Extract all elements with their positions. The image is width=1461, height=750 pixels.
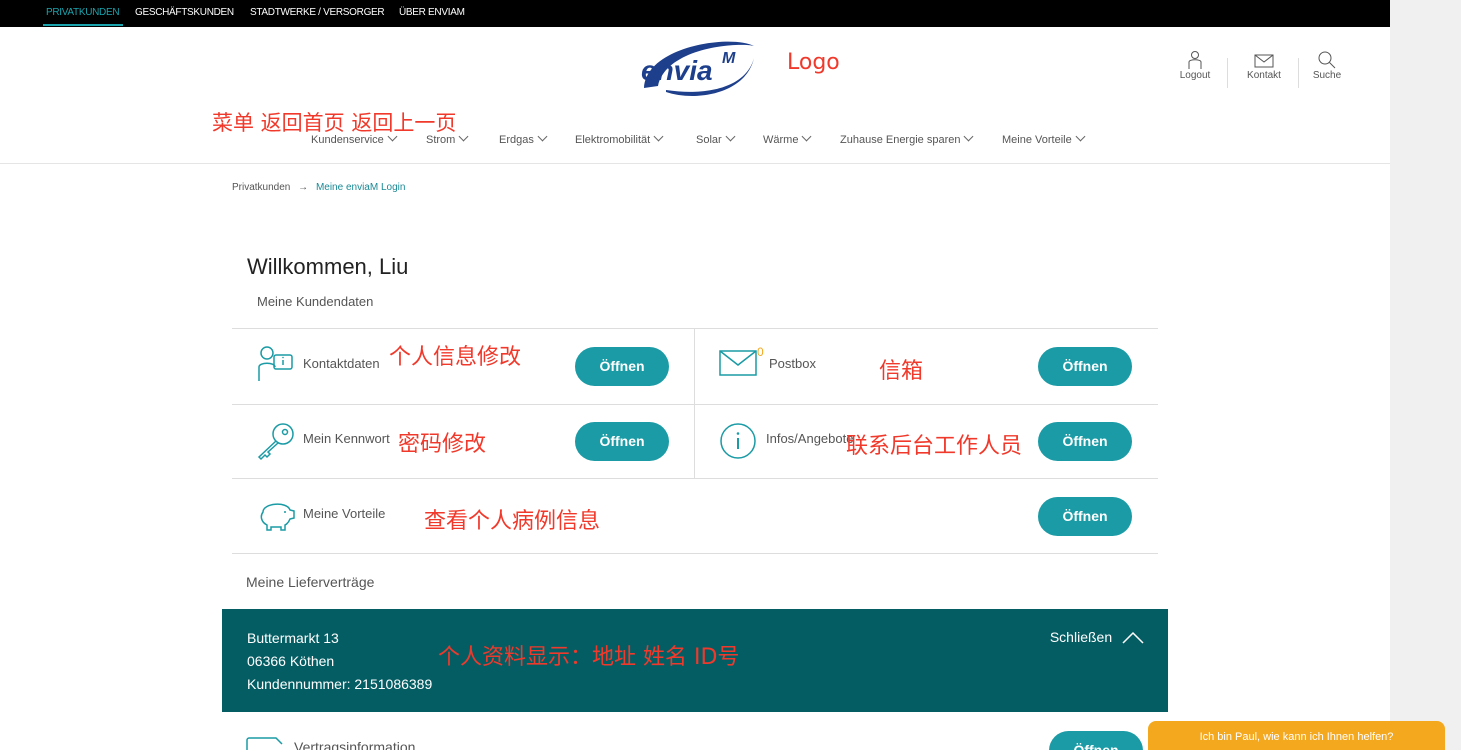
right-gutter xyxy=(1390,0,1461,750)
topnav-stadtwerke[interactable]: STADTWERKE / VERSORGER xyxy=(250,7,385,18)
vorteile-open-button[interactable]: Öffnen xyxy=(1038,497,1132,536)
nav-elektromobilitaet[interactable]: Elektromobilität xyxy=(575,131,664,146)
nav-label: Wärme xyxy=(763,134,799,146)
kontakt-link[interactable]: Kontakt xyxy=(1241,52,1287,81)
section-heading-kundendaten: Meine Kundendaten xyxy=(257,294,374,309)
nav-label: Kundenservice xyxy=(311,134,384,146)
nav-kundenservice[interactable]: Kundenservice xyxy=(311,131,398,146)
nav-label: Zuhause Energie sparen xyxy=(840,134,961,146)
logo-text: envia xyxy=(641,55,713,86)
annotation-infos: 联系后台工作人员 xyxy=(846,434,1023,459)
piggy-bank-icon xyxy=(260,503,295,531)
nav-solar[interactable]: Solar xyxy=(696,131,736,146)
kontaktdaten-open-button[interactable]: Öffnen xyxy=(575,347,669,386)
divider xyxy=(232,328,1158,329)
logout-link[interactable]: Logout xyxy=(1176,50,1214,81)
logo-superscript: M xyxy=(722,50,736,67)
logout-label: Logout xyxy=(1179,70,1211,81)
postbox-count-badge: 0 xyxy=(757,345,764,359)
chevron-down-icon xyxy=(725,131,736,142)
nav-zuhause-energie-sparen[interactable]: Zuhause Energie sparen xyxy=(840,131,974,146)
annotation-kennwort: 密码修改 xyxy=(398,432,487,457)
divider-vertical xyxy=(694,329,695,478)
info-icon xyxy=(720,423,756,459)
nav-strom[interactable]: Strom xyxy=(426,131,469,146)
chevron-down-icon xyxy=(653,131,664,142)
chat-widget[interactable]: Ich bin Paul, wie kann ich Ihnen helfen? xyxy=(1148,721,1445,750)
header-divider xyxy=(1298,58,1299,88)
search-icon xyxy=(1318,51,1336,69)
nav-label: Erdgas xyxy=(499,134,534,146)
annotation-menu: 菜单 返回首页 返回上一页 xyxy=(212,111,457,135)
annotation-vorteile: 查看个人病例信息 xyxy=(424,509,601,534)
annotation-panel: 个人资料显示：地址 姓名 ID号 xyxy=(438,645,740,670)
schliessen-toggle[interactable]: Schließen xyxy=(1050,629,1144,645)
contact-card-icon xyxy=(258,346,293,381)
vertrag-open-button[interactable]: Öffnen xyxy=(1049,731,1143,750)
vertragsinformation-label: Vertragsinformation xyxy=(294,739,416,750)
chevron-down-icon xyxy=(537,131,548,142)
topnav-geschaeftskunden[interactable]: GESCHÄFTSKUNDEN xyxy=(135,7,234,18)
breadcrumb: Privatkunden → Meine enviaM Login xyxy=(232,182,405,193)
nav-label: Strom xyxy=(426,134,456,146)
mail-icon xyxy=(1254,54,1274,68)
suche-link[interactable]: Suche xyxy=(1309,50,1345,81)
header-divider xyxy=(1227,58,1228,88)
chevron-down-icon xyxy=(387,131,398,142)
breadcrumb-current[interactable]: Meine enviaM Login xyxy=(316,182,406,193)
annotation-postbox: 信箱 xyxy=(879,359,924,384)
annotation-logo: Logo xyxy=(787,50,840,75)
chevron-down-icon xyxy=(964,131,974,142)
vorteile-label: Meine Vorteile xyxy=(303,506,386,521)
divider xyxy=(232,553,1158,554)
chevron-up-icon xyxy=(1122,632,1144,644)
page-title: Willkommen, Liu xyxy=(247,254,409,279)
infos-open-button[interactable]: Öffnen xyxy=(1038,422,1132,461)
contract-panel: Buttermarkt 13 06366 Köthen Kundennummer… xyxy=(222,609,1168,712)
divider xyxy=(232,404,1158,405)
chevron-down-icon xyxy=(1075,131,1086,142)
annotation-kontakt: 个人信息修改 xyxy=(389,345,522,370)
arrow-right-icon: → xyxy=(298,182,309,193)
nav-waerme[interactable]: Wärme xyxy=(763,131,812,146)
kennwort-open-button[interactable]: Öffnen xyxy=(575,422,669,461)
postbox-open-button[interactable]: Öffnen xyxy=(1038,347,1132,386)
mail-icon xyxy=(719,350,757,376)
address-city: 06366 Köthen xyxy=(247,653,335,669)
schliessen-label: Schließen xyxy=(1049,629,1113,645)
topnav-privatkunden[interactable]: PRIVATKUNDEN xyxy=(46,7,120,18)
infos-label: Infos/Angebote xyxy=(766,431,854,446)
chevron-down-icon xyxy=(458,131,469,142)
nav-meine-vorteile[interactable]: Meine Vorteile xyxy=(1002,131,1086,146)
document-icon xyxy=(246,737,283,750)
kennwort-label: Mein Kennwort xyxy=(303,431,390,446)
top-nav-bar: PRIVATKUNDEN GESCHÄFTSKUNDEN STADTWERKE … xyxy=(0,0,1390,27)
nav-erdgas[interactable]: Erdgas xyxy=(499,131,548,146)
divider xyxy=(232,478,1158,479)
suche-label: Suche xyxy=(1312,70,1342,81)
postbox-label: Postbox xyxy=(769,356,816,371)
nav-label: Solar xyxy=(696,134,722,146)
nav-label: Elektromobilität xyxy=(575,134,651,146)
breadcrumb-home[interactable]: Privatkunden xyxy=(232,182,290,193)
user-icon xyxy=(1188,51,1202,69)
kontakt-label: Kontakt xyxy=(1247,70,1281,81)
key-icon xyxy=(257,423,294,461)
chevron-down-icon xyxy=(802,131,812,142)
section-heading-liefervertraege: Meine Lieferverträge xyxy=(246,574,375,590)
enviam-logo[interactable]: envia M xyxy=(636,38,758,102)
topnav-ueber-enviam[interactable]: ÜBER ENVIAM xyxy=(399,7,465,18)
topnav-active-indicator xyxy=(43,24,123,26)
address-street: Buttermarkt 13 xyxy=(247,630,339,646)
kundennummer: Kundennummer: 2151086389 xyxy=(247,676,433,692)
site-header: envia M Logo Logout Kontakt Suche 菜单 返回首… xyxy=(0,27,1390,164)
kontaktdaten-label: Kontaktdaten xyxy=(303,356,380,371)
nav-label: Meine Vorteile xyxy=(1002,134,1072,146)
